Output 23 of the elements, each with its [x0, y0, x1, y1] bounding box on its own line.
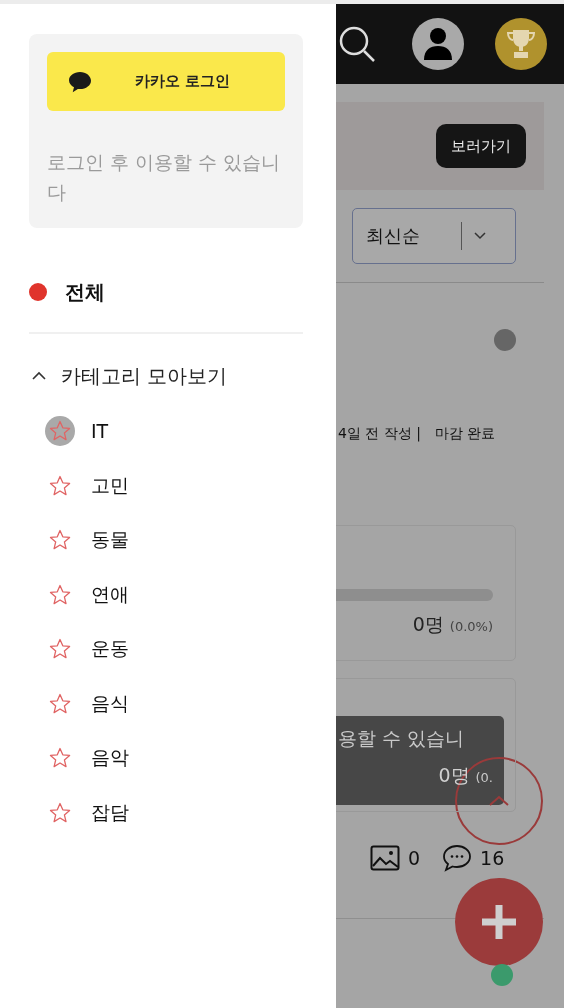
all-category-item[interactable]: 전체 — [65, 278, 105, 306]
sort-dropdown[interactable]: 최신순 — [352, 208, 516, 264]
vote-percent: (0.0%) — [449, 619, 493, 634]
toast-message: 용할 수 있습니 — [338, 726, 465, 751]
kakao-login-button[interactable]: 카카오 로그인 — [47, 52, 285, 111]
view-button[interactable]: 보러가기 — [436, 124, 526, 168]
comment-count: 16 — [480, 847, 505, 869]
category-item[interactable]: 연애 — [45, 567, 336, 622]
vote-percent: (0. — [475, 770, 493, 785]
image-count: 0 — [408, 847, 421, 869]
category-header[interactable]: 카테고리 모아보기 — [61, 362, 228, 390]
category-item[interactable]: 음식 — [45, 676, 336, 731]
category-item[interactable]: IT — [45, 404, 336, 459]
post-meta-text: 4일 전 작성 | — [338, 425, 421, 443]
post-meta-text: 마감 완료 — [435, 425, 496, 443]
login-hint: 로그인 후 이용할 수 있습니다 — [47, 150, 282, 205]
category-item[interactable]: 동물 — [45, 513, 336, 568]
poll-option-card[interactable]: 0명 (0.0%) — [336, 525, 516, 661]
category-item[interactable]: 잡담 — [45, 785, 336, 840]
category-item[interactable]: 운동 — [45, 622, 336, 677]
vote-count: 0명 — [412, 613, 444, 635]
category-item[interactable]: 고민 — [45, 458, 336, 513]
category-item[interactable]: 음악 — [45, 731, 336, 786]
